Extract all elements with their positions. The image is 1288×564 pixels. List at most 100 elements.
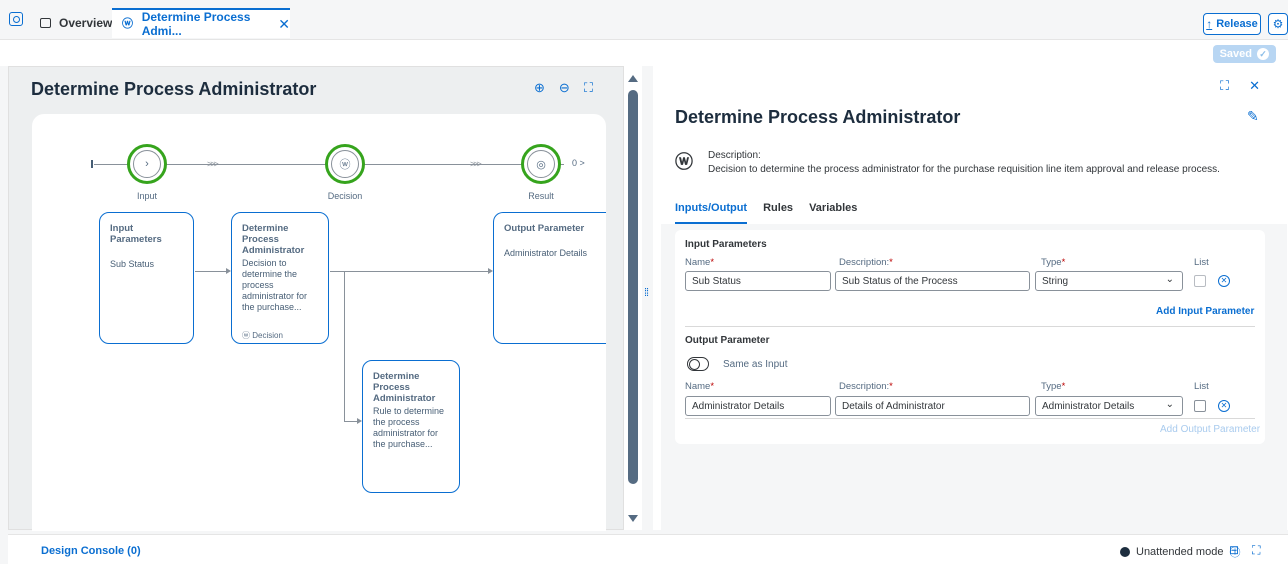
scroll-up-icon[interactable] [628,75,638,82]
connector-line [344,421,358,422]
input-type-value: String [1042,276,1069,287]
zoom-in-icon[interactable]: ⊕ [534,80,545,96]
detail-toolbar: ⛶ ✕ [1220,78,1260,94]
scroll-thumb[interactable] [628,90,638,484]
settings-icon[interactable]: ⚙ [1268,13,1288,35]
connector-arrow [226,268,231,274]
decision-icon: ⓦ [331,150,359,178]
decision-small-icon: ⓦ [242,331,253,340]
connector-arrow [357,418,362,424]
flow-chevron-icon: >>> [470,159,482,169]
process-canvas[interactable]: >>> >>> › Input ⓦ Decision ◎ Result 0 > … [32,114,606,531]
output-parameter-card[interactable]: Output Parameter Administrator Details [493,212,606,344]
same-as-input-toggle[interactable] [687,357,709,371]
decision-icon: ⓦ [675,152,693,172]
description-text: Decision to determine the process admini… [708,164,1220,175]
add-output-parameter-button: Add Output Parameter [1160,424,1261,435]
decision-card[interactable]: Determine Process Administrator Decision… [231,212,329,344]
input-description-field[interactable]: Sub Status of the Process [835,271,1030,291]
input-parameters-card[interactable]: Input Parameters Sub Status [99,212,194,344]
canvas-title: Determine Process Administrator [31,79,317,99]
tab-bar: Overview ⓦ Determine Process Admi... ✕ ↑… [0,0,1288,40]
output-type-value: Administrator Details [1042,401,1135,412]
canvas-panel: Determine Process Administrator ⊕ ⊖ ⛶ >>… [8,66,624,531]
input-list-checkbox[interactable] [1194,275,1206,287]
output-name-field[interactable]: Administrator Details [685,396,831,416]
card-body: Administrator Details [504,248,588,258]
output-list-checkbox[interactable] [1194,400,1206,412]
design-console-link[interactable]: Design Console (0) [41,545,141,557]
input-desc-label: Description:* [839,257,893,268]
splitter-handle-icon[interactable]: ⁞⁞ [644,288,652,304]
scroll-down-icon[interactable] [628,515,638,522]
decision-node[interactable]: ⓦ [325,144,365,184]
end-marker: 0 > [572,158,585,168]
close-tab-icon[interactable]: ✕ [278,16,290,33]
project-home-icon[interactable] [9,12,23,26]
tab-overview[interactable]: Overview [40,8,112,38]
result-node[interactable]: ◎ [521,144,561,184]
fullscreen-icon[interactable]: ⛶ [1220,78,1229,94]
bottom-bar: Design Console (0) Unattended mode ⓘ ⊟ ⛶ [8,534,1288,564]
output-name-label: Name* [685,381,714,392]
tab-variables[interactable]: Variables [809,202,857,225]
required-mark: * [1061,381,1066,392]
unattended-mode-label: Unattended mode [1136,546,1224,558]
required-mark: * [889,257,893,268]
input-name-label: Name* [685,257,714,268]
remove-input-icon[interactable]: ✕ [1218,275,1230,287]
zoom-out-icon[interactable]: ⊖ [559,80,570,96]
connector-line [344,271,345,421]
close-panel-icon[interactable]: ✕ [1249,78,1260,94]
add-input-parameter-button[interactable]: Add Input Parameter [1156,306,1254,317]
io-form-card: Input Parameters Name* Description:* Typ… [675,230,1265,444]
detail-title: Determine Process Administrator [675,107,961,127]
col-name-label: Name [685,257,711,268]
tab-rules[interactable]: Rules [763,202,793,225]
card-body: Decision to determine the process admini… [242,258,308,312]
release-label: Release [1216,18,1258,30]
col-type-label: Type [1041,381,1062,392]
tab-inputs-output[interactable]: Inputs/Output [675,202,748,225]
input-type-select[interactable]: String ⌄ [1035,271,1183,291]
saved-label: Saved [1219,48,1252,60]
card-title: Output Parameter [504,223,585,234]
output-list-label: List [1194,381,1209,392]
chevron-right-icon: › [133,150,161,178]
input-name-field[interactable]: Sub Status [685,271,831,291]
detail-panel: ⛶ ✕ Determine Process Administrator ✎ ⓦ … [653,66,1288,530]
output-description-field[interactable]: Details of Administrator [835,396,1030,416]
output-section-title: Output Parameter [685,335,770,346]
canvas-scrollbar[interactable] [624,66,642,530]
required-mark: * [1061,257,1066,268]
card-footer-label: Decision [252,331,283,340]
collapse-panel-icon[interactable]: ⊟ [1229,543,1239,558]
decision-icon: ⓦ [122,18,133,30]
col-desc-label: Description: [839,381,890,392]
unattended-mode[interactable]: Unattended mode ⓘ [1120,544,1240,560]
input-node[interactable]: › [127,144,167,184]
tab-active-label: Determine Process Admi... [141,10,251,38]
output-type-label: Type* [1041,381,1065,392]
release-button[interactable]: ↑ Release [1203,13,1261,35]
remove-output-icon[interactable]: ✕ [1218,400,1230,412]
bottom-toolbar: ⊟ ⛶ [1229,543,1260,558]
card-title: Determine Process Administrator [373,371,436,404]
col-type-label: Type [1041,257,1062,268]
connector-line [195,271,227,272]
connector-arrow [488,268,493,274]
output-type-select[interactable]: Administrator Details ⌄ [1035,396,1183,416]
upload-icon: ↑ [1206,17,1213,31]
fit-screen-icon[interactable]: ⛶ [584,80,593,96]
tab-determine-process-admin[interactable]: ⓦ Determine Process Admi... ✕ [112,8,290,38]
status-bar: Saved ✓ [0,40,1288,66]
required-mark: * [710,381,715,392]
edit-icon[interactable]: ✎ [1247,108,1259,125]
canvas-toolbar: ⊕ ⊖ ⛶ [534,80,593,96]
decision-node-label: Decision [327,191,363,201]
rule-card[interactable]: Determine Process Administrator Rule to … [362,360,460,493]
input-section-title: Input Parameters [685,239,767,250]
saved-badge: Saved ✓ [1212,45,1276,63]
tab-overview-label: Overview [59,16,113,30]
expand-panel-icon[interactable]: ⛶ [1252,543,1260,558]
